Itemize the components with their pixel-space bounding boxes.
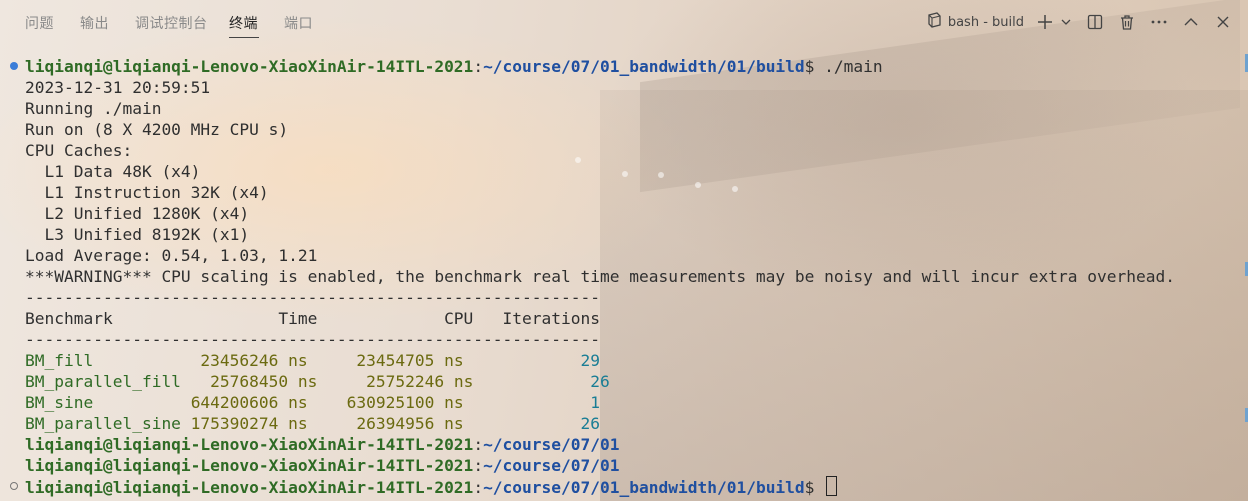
prompt-line: liqianqi@liqianqi-Lenovo-XiaoXinAir-14IT… xyxy=(25,456,620,475)
terminal-output[interactable]: liqianqi@liqianqi-Lenovo-XiaoXinAir-14IT… xyxy=(0,54,1248,501)
more-icon[interactable] xyxy=(1148,10,1170,34)
text-cursor xyxy=(826,476,838,496)
chevron-down-icon[interactable] xyxy=(1060,10,1072,34)
benchmark-row: BM_parallel_fill 25768450 ns 25752246 ns… xyxy=(25,372,610,391)
benchmark-row: BM_fill 23456246 ns 23454705 ns 29 xyxy=(25,351,601,370)
tab-terminal[interactable]: 终端 xyxy=(229,13,258,33)
benchmark-row: BM_sine 644200606 ns 630925100 ns 1 xyxy=(25,393,601,412)
tab-problems[interactable]: 问题 xyxy=(25,13,54,33)
plus-icon[interactable] xyxy=(1034,10,1056,34)
output-line: 2023-12-31 20:59:51 xyxy=(25,78,211,97)
split-icon[interactable] xyxy=(1084,10,1106,34)
command-success-dot[interactable] xyxy=(10,62,18,70)
terminal-icon xyxy=(926,12,942,32)
output-line: Running ./main xyxy=(25,99,162,118)
terminal-name: bash - build xyxy=(947,14,1024,30)
trash-icon[interactable] xyxy=(1116,10,1138,34)
output-line: Run on (8 X 4200 MHz CPU s) xyxy=(25,120,289,139)
output-line: CPU Caches: xyxy=(25,141,133,160)
prompt-line: liqianqi@liqianqi-Lenovo-XiaoXinAir-14IT… xyxy=(25,435,620,454)
panel-header: 问题 输出 调试控制台 终端 端口 bash - build xyxy=(0,0,1248,44)
close-icon[interactable] xyxy=(1212,10,1234,34)
benchmark-header: Benchmark Time CPU Iterations xyxy=(25,309,600,328)
terminal-toolbar: bash - build xyxy=(926,10,1234,34)
separator-line: ----------------------------------------… xyxy=(25,288,600,307)
current-command-dot[interactable] xyxy=(10,482,18,490)
output-line: L1 Instruction 32K (x4) xyxy=(25,183,269,202)
active-tab-indicator xyxy=(229,37,259,38)
tab-debug-console[interactable]: 调试控制台 xyxy=(135,13,208,33)
active-prompt-line[interactable]: liqianqi@liqianqi-Lenovo-XiaoXinAir-14IT… xyxy=(25,476,838,497)
prompt-line: liqianqi@liqianqi-Lenovo-XiaoXinAir-14IT… xyxy=(25,57,883,76)
output-line: L1 Data 48K (x4) xyxy=(25,162,201,181)
benchmark-row: BM_parallel_sine 175390274 ns 26394956 n… xyxy=(25,414,601,433)
output-line: Load Average: 0.54, 1.03, 1.21 xyxy=(25,246,318,265)
terminal-selector[interactable]: bash - build xyxy=(926,12,1024,32)
output-line: L2 Unified 1280K (x4) xyxy=(25,204,250,223)
warning-line: ***WARNING*** CPU scaling is enabled, th… xyxy=(25,267,1175,286)
tab-output[interactable]: 输出 xyxy=(80,13,109,33)
output-line: L3 Unified 8192K (x1) xyxy=(25,225,250,244)
maximize-icon[interactable] xyxy=(1180,10,1202,34)
tab-ports[interactable]: 端口 xyxy=(284,13,313,33)
separator-line: ----------------------------------------… xyxy=(25,330,600,349)
